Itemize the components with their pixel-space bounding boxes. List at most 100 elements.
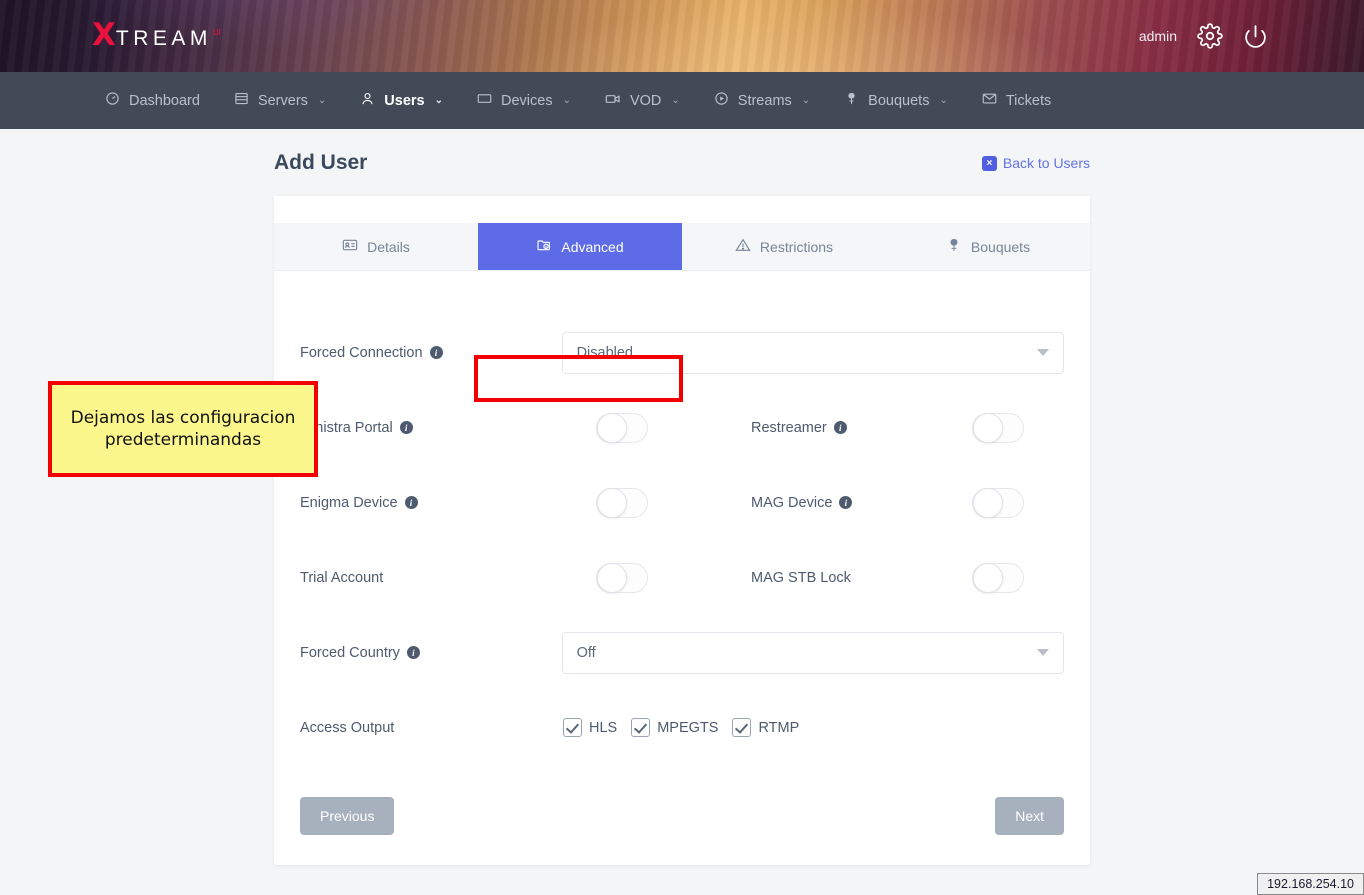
app-logo[interactable]: X TREAM UI — [92, 20, 221, 51]
trial-account-toggle[interactable] — [596, 563, 648, 593]
back-to-users-link[interactable]: × Back to Users — [982, 155, 1090, 171]
tab-bar: Details Advanced Restrictions — [274, 223, 1090, 271]
page-content: Add User × Back to Users Details — [0, 129, 1364, 895]
advanced-form: Forced Connection i Disabled Ministra Po… — [274, 271, 1090, 765]
close-icon: × — [982, 156, 997, 171]
nav-label: Dashboard — [129, 93, 200, 109]
access-output-mpegts[interactable]: MPEGTS — [631, 718, 718, 737]
nav-label: VOD — [630, 93, 661, 109]
tab-restrictions[interactable]: Restrictions — [682, 223, 886, 270]
toggle-knob — [597, 488, 627, 518]
previous-button[interactable]: Previous — [300, 797, 394, 835]
restreamer-label: Restreamer — [751, 420, 827, 436]
forced-country-label: Forced Country — [300, 645, 400, 661]
admin-username[interactable]: admin — [1139, 28, 1177, 44]
ministra-portal-label-group: Ministra Portal i — [300, 420, 563, 436]
restreamer-toggle-wrap — [939, 413, 1024, 443]
access-output-label: Access Output — [300, 720, 394, 736]
checkbox-label: RTMP — [758, 720, 799, 736]
checkbox-hls[interactable] — [563, 718, 582, 737]
page-header: Add User × Back to Users — [274, 129, 1090, 175]
chevron-down-icon: ⌄ — [435, 95, 443, 106]
warning-triangle-icon — [735, 237, 751, 256]
forced-country-label-group: Forced Country i — [300, 645, 562, 661]
info-icon[interactable]: i — [407, 646, 420, 659]
access-output-hls[interactable]: HLS — [563, 718, 617, 737]
row-ministra-restreamer: Ministra Portal i Restreamer i — [300, 390, 1064, 465]
mag-stb-lock-toggle-wrap — [939, 563, 1024, 593]
ministra-portal-toggle-wrap — [563, 413, 751, 443]
toggle-knob — [597, 413, 627, 443]
enigma-device-toggle-wrap — [563, 488, 751, 518]
gear-icon[interactable] — [1197, 23, 1223, 49]
chevron-down-icon: ⌄ — [802, 95, 810, 106]
back-link-label: Back to Users — [1003, 155, 1090, 171]
info-icon[interactable]: i — [839, 496, 852, 509]
nav-item-vod[interactable]: VOD ⌄ — [588, 72, 697, 129]
chevron-down-icon — [1037, 349, 1049, 356]
tab-advanced[interactable]: Advanced — [478, 223, 682, 270]
checkbox-rtmp[interactable] — [732, 718, 751, 737]
forced-country-select[interactable]: Off — [562, 632, 1064, 674]
forced-country-value: Off — [577, 645, 596, 661]
nav-item-users[interactable]: Users ⌄ — [343, 72, 460, 129]
nav-label: Tickets — [1006, 93, 1051, 109]
dashboard-icon — [105, 91, 120, 110]
nav-item-tickets[interactable]: Tickets — [965, 72, 1068, 129]
mag-device-toggle-wrap — [939, 488, 1024, 518]
checkbox-mpegts[interactable] — [631, 718, 650, 737]
power-icon[interactable] — [1243, 24, 1268, 49]
restreamer-toggle[interactable] — [972, 413, 1024, 443]
mag-stb-lock-label: MAG STB Lock — [751, 570, 851, 586]
tab-label: Details — [367, 239, 410, 255]
chevron-down-icon: ⌄ — [671, 95, 679, 106]
nav-item-dashboard[interactable]: Dashboard — [88, 72, 217, 129]
chevron-down-icon: ⌄ — [318, 95, 326, 106]
tickets-icon — [982, 91, 997, 110]
forced-connection-label-group: Forced Connection i — [300, 345, 562, 361]
mag-stb-lock-toggle[interactable] — [972, 563, 1024, 593]
add-user-card: Details Advanced Restrictions — [274, 196, 1090, 865]
nav-item-devices[interactable]: Devices ⌄ — [460, 72, 588, 129]
chevron-down-icon — [1037, 649, 1049, 656]
info-icon[interactable]: i — [405, 496, 418, 509]
folder-info-icon — [536, 237, 552, 256]
enigma-device-toggle[interactable] — [596, 488, 648, 518]
row-enigma-mag: Enigma Device i MAG Device i — [300, 465, 1064, 540]
ministra-portal-toggle[interactable] — [596, 413, 648, 443]
restreamer-label-group: Restreamer i — [751, 420, 939, 436]
row-forced-connection: Forced Connection i Disabled — [300, 315, 1064, 390]
nav-item-streams[interactable]: Streams ⌄ — [697, 72, 827, 129]
tab-details[interactable]: Details — [274, 223, 478, 270]
vod-icon — [605, 91, 621, 111]
tab-label: Advanced — [561, 239, 623, 255]
forced-connection-select[interactable]: Disabled — [562, 332, 1064, 374]
nav-label: Users — [384, 93, 424, 109]
next-button[interactable]: Next — [995, 797, 1064, 835]
info-icon[interactable]: i — [400, 421, 413, 434]
row-access-output: Access Output HLS MPEGTS RTMP — [300, 690, 1064, 765]
card-top-strip — [274, 196, 1090, 223]
streams-icon — [714, 91, 729, 110]
main-navigation: Dashboard Servers ⌄ Users ⌄ Devices ⌄ — [0, 72, 1364, 129]
mag-device-toggle[interactable] — [972, 488, 1024, 518]
servers-icon — [234, 91, 249, 110]
access-output-rtmp[interactable]: RTMP — [732, 718, 799, 737]
mag-device-label: MAG Device — [751, 495, 832, 511]
nav-item-servers[interactable]: Servers ⌄ — [217, 72, 343, 129]
logo-x-mark: X — [92, 20, 115, 51]
enigma-device-label-group: Enigma Device i — [300, 495, 563, 511]
nav-label: Devices — [501, 93, 553, 109]
tab-bouquets[interactable]: Bouquets — [886, 223, 1090, 270]
wizard-buttons: Previous Next — [274, 765, 1090, 865]
info-icon[interactable]: i — [834, 421, 847, 434]
chevron-down-icon: ⌄ — [563, 95, 571, 106]
nav-label: Streams — [738, 93, 792, 109]
forced-connection-label: Forced Connection — [300, 345, 423, 361]
status-bar-tooltip: 192.168.254.10 — [1257, 873, 1364, 895]
info-icon[interactable]: i — [430, 346, 443, 359]
chevron-down-icon: ⌄ — [939, 95, 947, 106]
nav-label: Servers — [258, 93, 308, 109]
mag-device-label-group: MAG Device i — [751, 495, 939, 511]
nav-item-bouquets[interactable]: Bouquets ⌄ — [827, 72, 965, 129]
